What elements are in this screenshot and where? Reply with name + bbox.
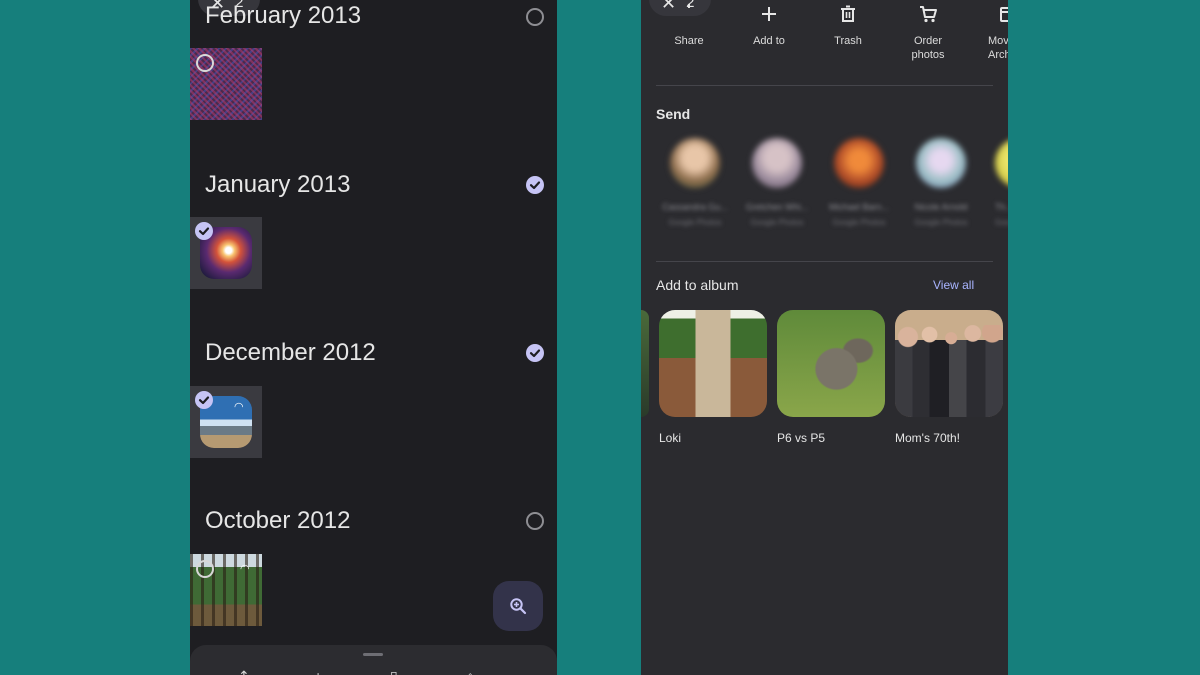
contact-item[interactable]: Th... Goo...	[975, 138, 1008, 227]
month-selected-check[interactable]	[526, 176, 544, 194]
action-label: Move Archi	[988, 35, 1008, 61]
contact-item[interactable]: Cassandra Gu... Google Photos	[655, 138, 735, 227]
contact-name: Cassandra Gu...	[662, 202, 728, 212]
month-header-february-2013: February 2013	[190, 0, 557, 40]
photo-thumbnail[interactable]	[190, 48, 262, 120]
avatar	[670, 138, 720, 188]
contact-item[interactable]: Nicole Arnold Google Photos	[901, 138, 981, 227]
album-name: Loki	[659, 431, 682, 445]
zoom-button[interactable]	[493, 581, 543, 631]
action-label: Trash	[834, 35, 862, 47]
divider	[656, 261, 993, 262]
photo-select-circle[interactable]	[196, 54, 214, 72]
photo-selected-check[interactable]	[195, 222, 213, 240]
divider	[656, 85, 993, 86]
archive-icon	[1000, 7, 1008, 22]
view-all-link[interactable]: View all	[933, 278, 974, 292]
month-header-october-2012: October 2012	[190, 504, 557, 544]
album-item-moms-70th[interactable]: Mom's 70th!	[895, 310, 1003, 445]
action-label: Share	[674, 35, 704, 47]
action-label: Add to	[753, 35, 785, 47]
month-title: December 2012	[205, 339, 376, 366]
photo-select-circle[interactable]	[196, 560, 214, 578]
contact-item[interactable]: Michael Barn... Google Photos	[819, 138, 899, 227]
action-bottom-sheet[interactable]: ⇡ + ▯ ⌂	[190, 645, 557, 675]
contact-subtitle: Goo...	[995, 218, 1008, 227]
plus-icon	[762, 7, 776, 21]
album-cover	[895, 310, 1003, 417]
panorama-icon: ◠	[240, 563, 250, 575]
album-cover	[659, 310, 767, 417]
contact-name: Michael Barn...	[828, 202, 890, 212]
album-item-loki[interactable]: Loki	[659, 310, 767, 445]
contact-name: Nicole Arnold	[914, 202, 968, 212]
order-photos-action[interactable]: Order photos	[888, 0, 968, 62]
cart-icon	[920, 6, 937, 23]
add-to-album-title: Add to album	[656, 277, 739, 293]
trash-icon: ▯	[390, 669, 398, 675]
month-header-january-2013: January 2013	[190, 168, 557, 208]
share-icon: ⇡	[238, 669, 250, 675]
check-icon	[198, 396, 210, 405]
plus-icon: +	[314, 669, 322, 675]
contact-name: Th...	[995, 202, 1008, 212]
month-title: February 2013	[205, 2, 362, 29]
avatar	[916, 138, 966, 188]
month-title: January 2013	[205, 171, 351, 198]
album-item-p6-vs-p5[interactable]: P6 vs P5	[777, 310, 885, 445]
add-to-action[interactable]: Add to	[729, 0, 809, 48]
drag-handle[interactable]	[363, 653, 383, 656]
avatar	[752, 138, 802, 188]
contact-subtitle: Google Photos	[750, 218, 804, 227]
month-title: October 2012	[205, 507, 351, 534]
photo-thumbnail[interactable]: ◠	[190, 386, 262, 458]
contact-subtitle: Google Photos	[668, 218, 722, 227]
share-action[interactable]: Share	[649, 0, 729, 48]
photo-thumbnail[interactable]: ◠	[190, 554, 262, 626]
check-icon	[529, 349, 541, 358]
share-icon	[688, 4, 690, 8]
album-cover	[777, 310, 885, 417]
avatar	[834, 138, 884, 188]
contact-subtitle: Google Photos	[914, 218, 968, 227]
month-select-circle[interactable]	[526, 512, 544, 530]
month-selected-check[interactable]	[526, 344, 544, 362]
album-name: Mom's 70th!	[895, 431, 960, 445]
album-partial[interactable]	[641, 310, 649, 417]
send-section-title: Send	[656, 106, 691, 122]
right-phone-screen: ✕ 2 Share Add to Trash Order photos Move…	[641, 0, 1008, 675]
photo-thumbnail[interactable]	[190, 217, 262, 289]
trash-action[interactable]: Trash	[808, 0, 888, 48]
left-phone-screen: ✕ 2 February 2013 January 2013 December …	[190, 0, 557, 675]
check-icon	[198, 227, 210, 236]
album-name: P6 vs P5	[777, 431, 826, 445]
contact-name: Gretchen Whi...	[745, 202, 809, 212]
trash-icon	[841, 5, 855, 22]
check-icon	[529, 181, 541, 190]
panorama-icon: ◠	[234, 401, 244, 413]
avatar	[995, 138, 1008, 188]
zoom-in-icon	[510, 598, 527, 615]
cart-icon: ⌂	[466, 669, 474, 675]
month-header-december-2012: December 2012	[190, 336, 557, 376]
contact-subtitle: Google Photos	[832, 218, 886, 227]
month-select-circle[interactable]	[526, 8, 544, 26]
action-label: Order photos	[911, 35, 945, 61]
photo-selected-check[interactable]	[195, 391, 213, 409]
contact-item[interactable]: Gretchen Whi... Google Photos	[737, 138, 817, 227]
move-to-archive-action[interactable]: Move Archi	[968, 0, 1008, 62]
